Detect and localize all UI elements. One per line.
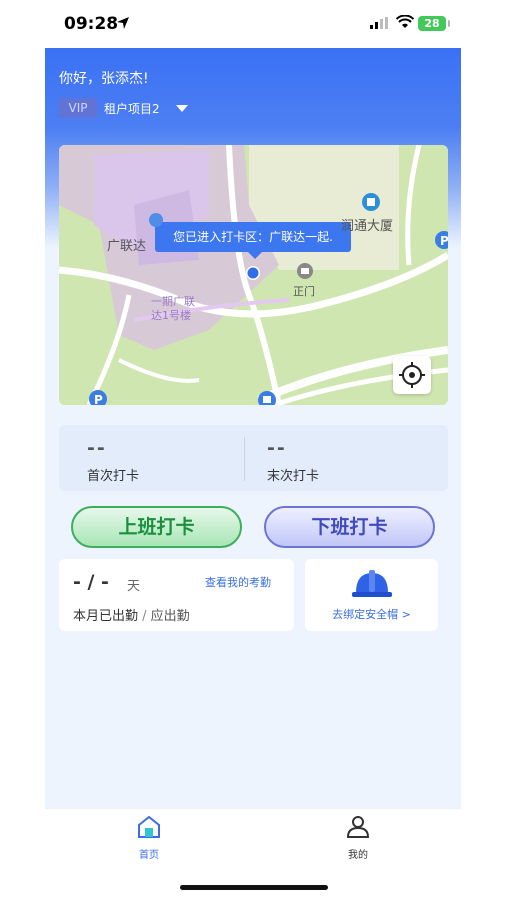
first-punch-label: 首次打卡 (87, 469, 140, 484)
helmet-card[interactable]: 去绑定安全帽 > (305, 559, 438, 631)
first-punch-value: -- (87, 437, 107, 459)
crosshair-icon (399, 362, 425, 388)
map-view[interactable]: 您已进入打卡区：广联达一起. 广联达 润通大厦 正门 一期广联 达1号楼 P P (59, 145, 448, 405)
home-icon (138, 815, 160, 838)
map-label-building-left: 广联达 (107, 239, 147, 254)
map-label-building-right: 润通大厦 (341, 219, 394, 234)
bus-stop-icon (258, 391, 276, 405)
signal-icon (370, 17, 388, 29)
tab-bar: 首页 我的 (45, 808, 461, 866)
battery-indicator: 28 (418, 16, 450, 31)
safety-helmet-icon (352, 570, 392, 597)
project-selector-label[interactable]: 租户项目2 (104, 100, 160, 117)
greeting-text: 你好，张添杰! (59, 71, 149, 87)
locate-button[interactable] (393, 356, 431, 394)
attendance-desc-sub: 应出勤 (150, 609, 190, 624)
last-punch-value: -- (267, 437, 287, 459)
parking-icon: P (89, 390, 107, 405)
wifi-icon (396, 15, 414, 28)
svg-text:P: P (94, 393, 103, 405)
pin-icon (149, 213, 163, 227)
punch-times-card: -- 首次打卡 -- 末次打卡 (59, 425, 448, 491)
parking-icon: P (435, 231, 448, 249)
status-bar: 09:28 28 (0, 0, 506, 48)
clock-in-button[interactable]: 上班打卡 (71, 506, 242, 548)
attendance-card: - / - 天 查看我的考勤 本月已出勤 / 应出勤 (59, 559, 294, 631)
app-content: 你好，张添杰! VIP 租户项目2 您已进入打卡区：广联达一起. 广联达 润通大… (45, 48, 461, 808)
map-label-phase-1: 一期广联 (151, 295, 195, 308)
attendance-unit: 天 (127, 579, 141, 594)
vip-badge: VIP (59, 98, 97, 118)
clock-out-button[interactable]: 下班打卡 (264, 506, 435, 548)
attendance-value: - / - (73, 571, 109, 593)
last-punch-label: 末次打卡 (267, 469, 320, 484)
svg-text:P: P (440, 234, 448, 248)
tab-home-label: 首页 (139, 850, 159, 861)
chevron-down-icon[interactable] (176, 105, 188, 112)
current-location-icon (246, 266, 260, 280)
view-attendance-link[interactable]: 查看我的考勤 (205, 574, 271, 590)
map-label-gate: 正门 (293, 285, 315, 298)
tab-me[interactable]: 我的 (328, 815, 388, 861)
bind-helmet-link[interactable]: 去绑定安全帽 > (305, 606, 438, 622)
tab-me-label: 我的 (348, 850, 368, 861)
user-icon (346, 816, 370, 838)
location-arrow-icon (117, 17, 129, 29)
geofence-tooltip: 您已进入打卡区：广联达一起. (155, 222, 351, 259)
attendance-desc-sep: / (138, 609, 151, 624)
office-pin-icon (362, 193, 380, 211)
status-time: 09:28 (64, 14, 119, 34)
attendance-desc-main: 本月已出勤 (73, 609, 139, 624)
home-indicator (180, 885, 328, 890)
map-label-phase-2: 达1号楼 (151, 309, 191, 322)
divider (244, 437, 245, 481)
attendance-desc: 本月已出勤 / 应出勤 (73, 605, 190, 624)
tab-home[interactable]: 首页 (119, 815, 179, 861)
gate-pin-icon (297, 263, 313, 279)
